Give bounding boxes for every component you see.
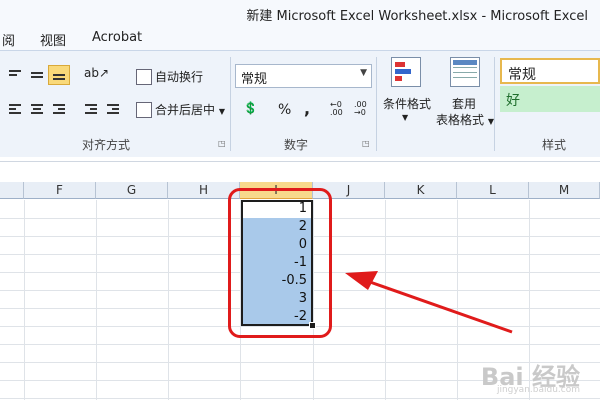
title-bar: 新建 Microsoft Excel Worksheet.xlsx - Micr…	[0, 0, 600, 26]
group-divider	[494, 57, 495, 151]
worksheet-grid[interactable]: F G H I J K L M 1 2 0 -1 -0.5 3 -2 Bai 经…	[0, 182, 600, 400]
align-left-button[interactable]	[4, 99, 26, 119]
style-good[interactable]: 好	[500, 86, 600, 112]
increase-indent-button[interactable]	[102, 99, 124, 119]
number-group-label: 数字	[284, 138, 309, 152]
table-format-button[interactable]: 表格格式 ▼	[436, 111, 494, 128]
chevron-down-icon: ▼	[360, 68, 367, 78]
number-format-value: 常规	[241, 72, 268, 87]
wrap-text-button[interactable]: 自动换行	[136, 68, 203, 86]
alignment-launcher-icon[interactable]: ◳	[218, 139, 226, 148]
menu-acrobat[interactable]: Acrobat	[92, 30, 142, 45]
increase-decimal-button[interactable]: ←0.00	[328, 99, 350, 119]
conditional-format-button[interactable]: 条件格式	[383, 95, 431, 112]
table-format-label-1: 套用	[452, 97, 477, 111]
conditional-format-icon	[391, 57, 421, 87]
merge-center-icon	[136, 101, 152, 118]
decrease-decimal-icon: .00 →0	[354, 100, 367, 117]
style-normal[interactable]: 常规	[500, 58, 600, 84]
align-bottom-button[interactable]	[48, 65, 70, 85]
currency-icon: 💲	[243, 101, 258, 115]
baidu-watermark: Bai 经验 jingyan.baidu.com	[480, 363, 580, 395]
align-middle-button[interactable]	[26, 65, 48, 85]
orientation-button[interactable]: ab↗	[80, 65, 109, 85]
align-right-button[interactable]	[48, 99, 70, 119]
decrease-decimal-button[interactable]: .00 →0	[352, 99, 374, 119]
currency-format-button[interactable]: 💲	[239, 99, 271, 119]
percent-style-button[interactable]: %	[278, 102, 291, 118]
menu-bar: 阅 视图 Acrobat	[0, 26, 600, 50]
styles-group-label: 样式	[542, 138, 567, 152]
menu-view[interactable]: 视图	[40, 30, 66, 49]
chevron-down-icon[interactable]: ▼	[402, 113, 408, 122]
group-divider	[230, 57, 231, 151]
wrap-text-icon	[136, 68, 152, 85]
number-launcher-icon[interactable]: ◳	[362, 139, 370, 148]
window-title: 新建 Microsoft Excel Worksheet.xlsx - Micr…	[246, 9, 588, 24]
table-format-icon	[450, 57, 480, 87]
align-top-button[interactable]	[4, 65, 26, 85]
orientation-icon: ab↗	[84, 66, 110, 80]
comma-style-button[interactable]: ,	[304, 99, 310, 118]
alignment-group-label: 对齐方式	[82, 138, 131, 152]
formula-bar-area	[0, 157, 600, 182]
increase-decimal-icon: ←0.00	[330, 100, 343, 117]
merge-center-button[interactable]: 合并后居中 ▼	[136, 101, 225, 119]
number-format-select[interactable]: 常规 ▼	[235, 64, 372, 88]
ribbon: ab↗ 自动换行 合并后居中 ▼ 对齐方式 ◳ 常规 ▼ 💲 % , ←0.00…	[0, 50, 600, 158]
menu-review[interactable]: 阅	[2, 30, 15, 49]
group-divider	[376, 57, 377, 151]
decrease-indent-button[interactable]	[80, 99, 102, 119]
align-center-button[interactable]	[26, 99, 48, 119]
